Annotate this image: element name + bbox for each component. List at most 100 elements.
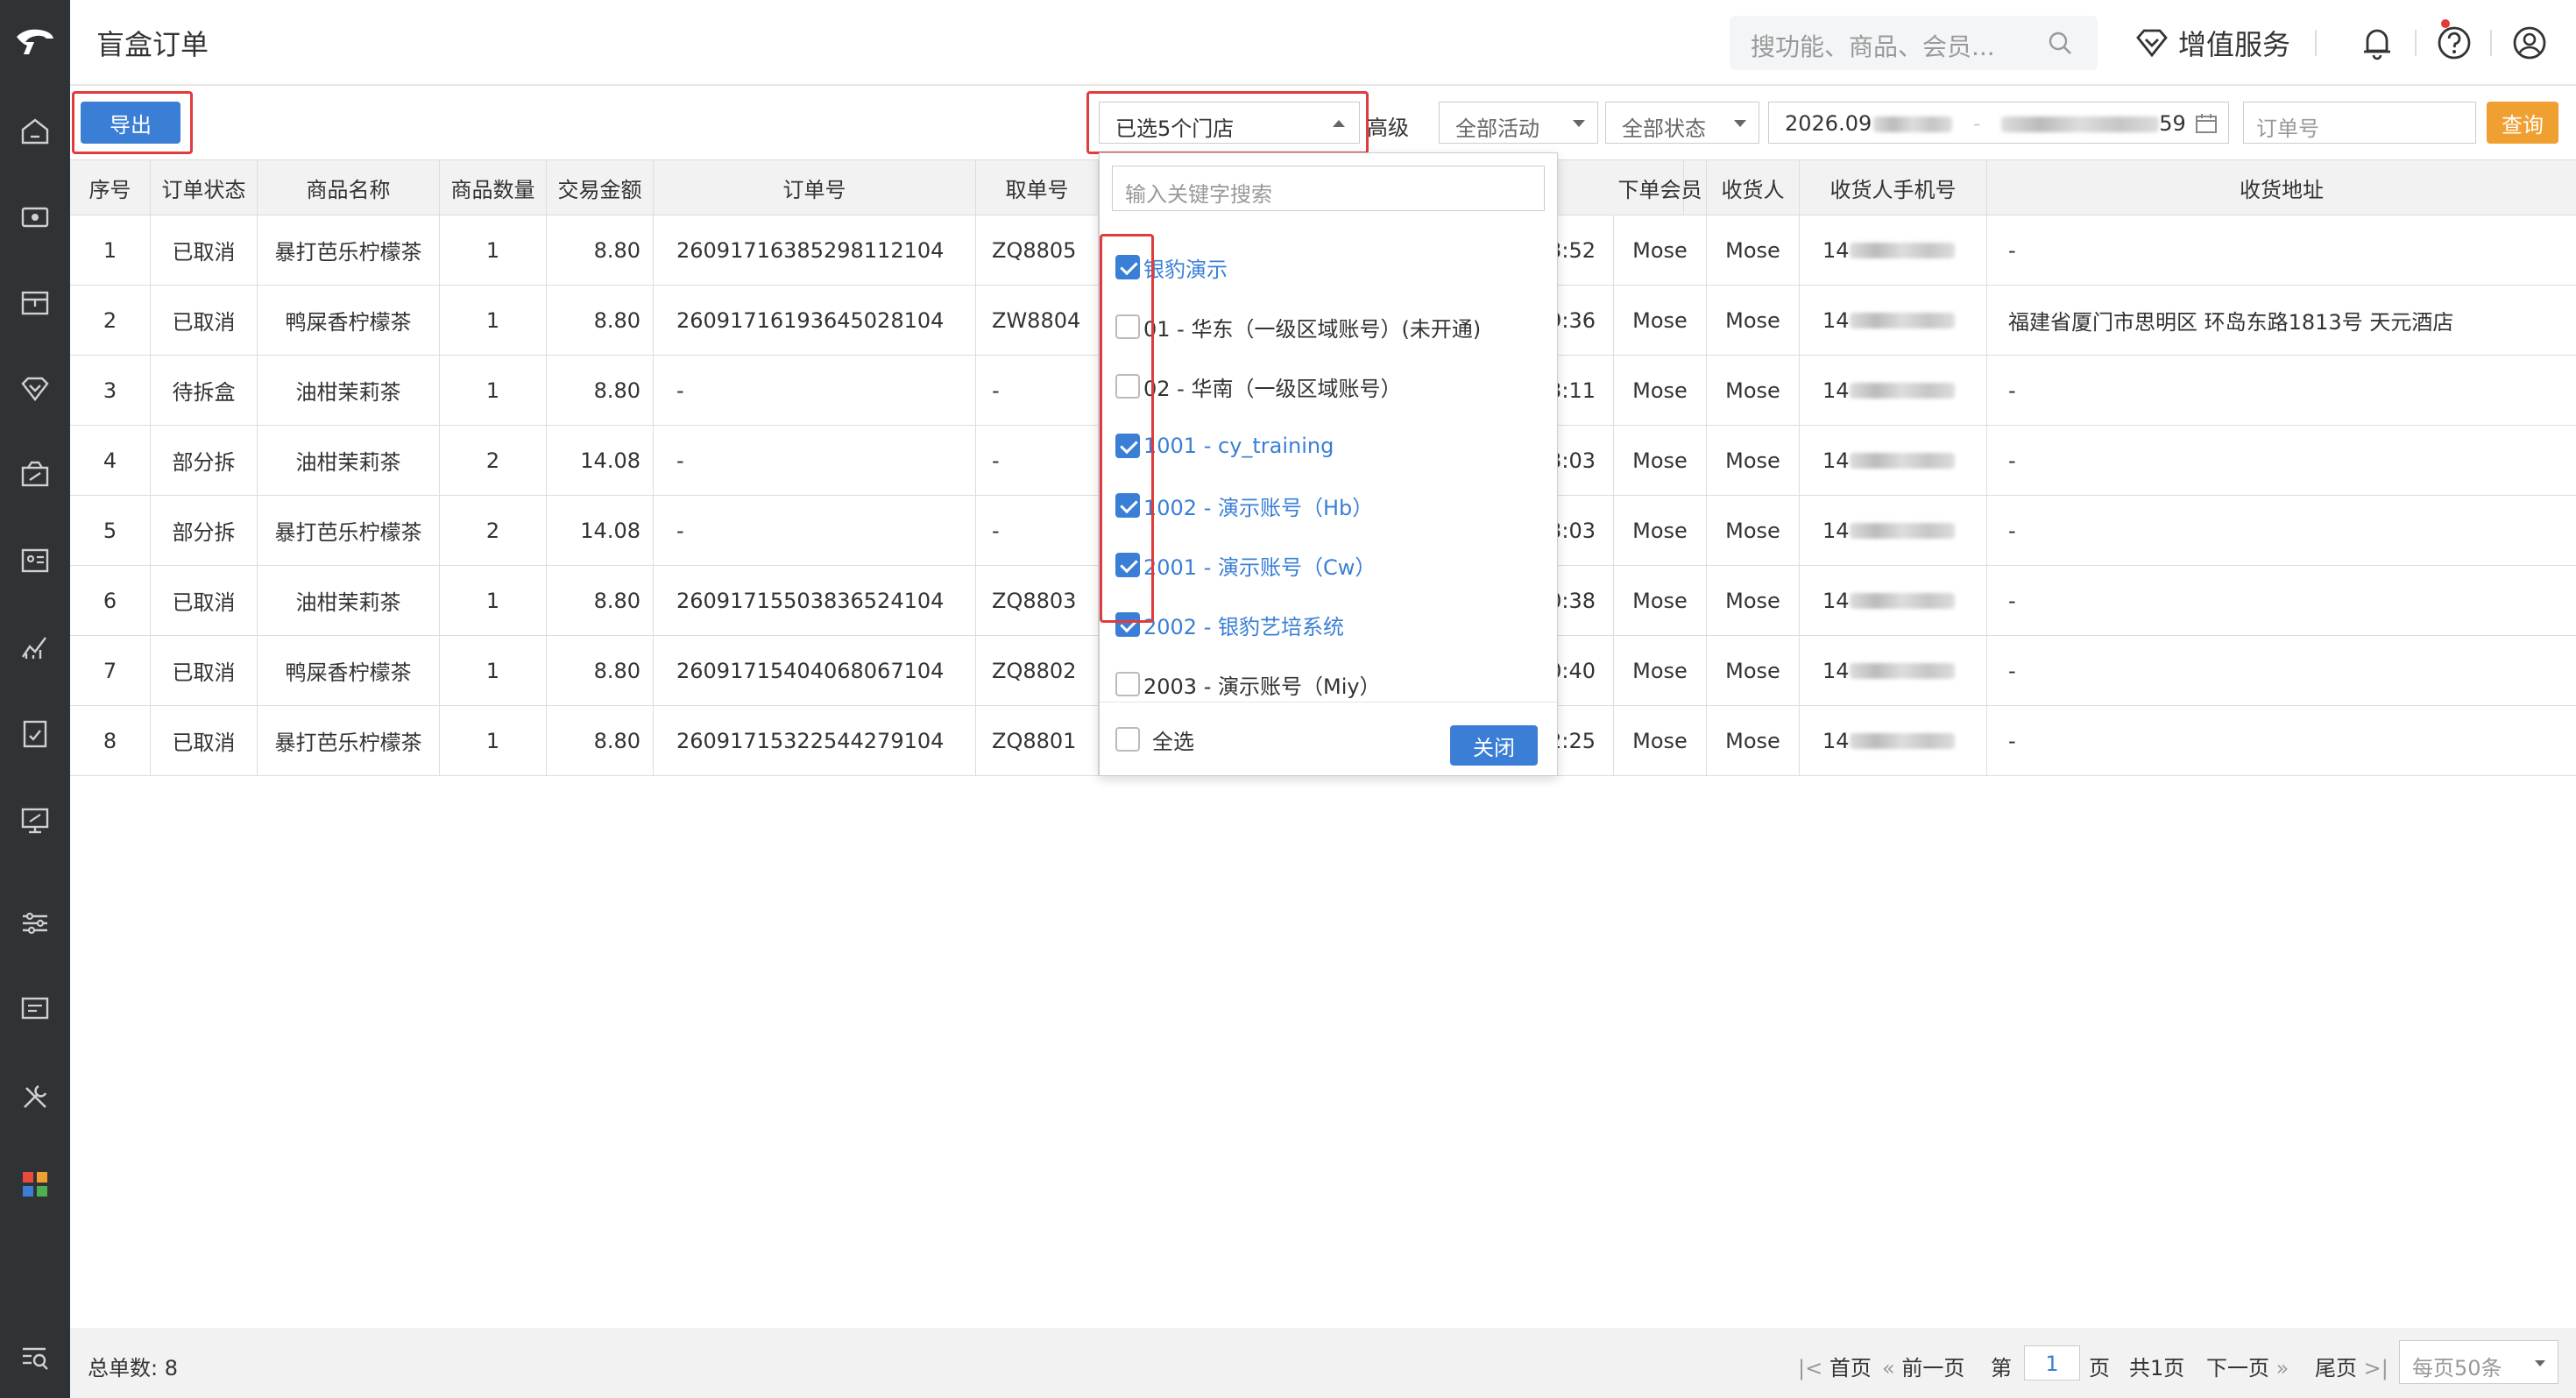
product-icon[interactable]	[18, 286, 53, 321]
cell-qty: 1	[440, 636, 547, 705]
cell-address: -	[1987, 636, 2576, 705]
cell-text: 暴打芭乐柠檬茶	[274, 240, 422, 265]
store-search-input[interactable]: 输入关键字搜索	[1112, 166, 1545, 211]
search-icon[interactable]	[2047, 30, 2073, 56]
cell-text: Mose	[1725, 307, 1780, 333]
employee-card-icon[interactable]	[18, 543, 53, 578]
cell-product: 油柑茉莉茶	[258, 426, 440, 495]
tools-icon[interactable]	[18, 1079, 53, 1114]
store-option[interactable]: 2001 - 演示账号（Cw）	[1115, 547, 1376, 582]
order-number-input[interactable]: 订单号	[2243, 102, 2476, 144]
cell-text: 26091715322544279104	[676, 728, 945, 753]
cashier-icon[interactable]	[18, 200, 53, 235]
search-placeholder: 搜功能、商品、会员...	[1751, 32, 1995, 61]
cell-order-no: -	[654, 426, 976, 495]
cell-text: 14	[1822, 658, 1850, 683]
cell-amount: 14.08	[547, 496, 654, 565]
query-button[interactable]: 查询	[2487, 102, 2558, 144]
monitor-icon[interactable]	[18, 802, 53, 837]
cell-text: -	[2008, 378, 2016, 403]
store-option[interactable]: 1002 - 演示账号（Hb）	[1115, 488, 1373, 523]
close-dropdown-button[interactable]: 关闭	[1450, 725, 1538, 766]
cell-receiver: Mose	[1707, 426, 1800, 495]
store-option-label: 2003 - 演示账号（Miy）	[1143, 674, 1381, 699]
blurred-phone	[1849, 452, 1955, 469]
cell-text: 8	[103, 728, 117, 753]
prev-page-link[interactable]: « 前一页	[1882, 1351, 1964, 1381]
value-added-service-link[interactable]: 增值服务	[2134, 23, 2290, 63]
select-all-checkbox[interactable]	[1115, 727, 1140, 752]
last-page-link[interactable]: 尾页 >|	[2315, 1351, 2388, 1381]
advanced-button[interactable]: 高级	[1367, 102, 1409, 144]
cell-text: 26091716193645028104	[676, 307, 945, 333]
cell-no: 2	[70, 286, 151, 355]
cell-text: Mose	[1632, 448, 1688, 473]
cell-text: 1	[485, 588, 500, 613]
store-option[interactable]: 2003 - 演示账号（Miy）	[1115, 667, 1381, 702]
cell-text: 14	[1822, 518, 1850, 543]
select-all-label: 全选	[1152, 729, 1194, 754]
store-option[interactable]: 01 - 华东（一级区域账号）(未开通)	[1115, 309, 1481, 344]
diamond-icon	[2136, 29, 2168, 58]
apps-grid-icon[interactable]	[18, 1167, 53, 1202]
cell-text: 8.80	[593, 237, 640, 263]
cell-member: Mose	[1614, 215, 1707, 285]
column-header: 订单号	[654, 160, 976, 215]
search-menu-icon[interactable]	[18, 1340, 53, 1375]
settings-sliders-icon[interactable]	[18, 906, 53, 941]
header-divider	[2315, 30, 2317, 56]
blurred-phone	[1849, 312, 1955, 328]
next-page-label: 下一页	[2206, 1356, 2269, 1380]
cell-text: -	[676, 448, 684, 473]
cell-no: 5	[70, 496, 151, 565]
cell-text: Mose	[1632, 728, 1688, 753]
blurred-phone	[1849, 732, 1955, 749]
activity-select[interactable]: 全部活动	[1439, 102, 1598, 144]
first-page-link[interactable]: |< 首页	[1798, 1351, 1872, 1381]
bell-icon[interactable]	[2359, 25, 2396, 61]
cell-text: 8.80	[593, 728, 640, 753]
help-icon[interactable]	[2436, 25, 2473, 61]
cell-pickup: -	[976, 426, 1099, 495]
member-diamond-icon[interactable]	[18, 371, 53, 406]
brand-logo[interactable]	[0, 0, 70, 84]
marketing-icon[interactable]	[18, 457, 53, 492]
cell-address: -	[1987, 496, 2576, 565]
cell-text: 8.80	[593, 307, 640, 333]
next-page-link[interactable]: 下一页 »	[2206, 1351, 2289, 1381]
cell-status: 已取消	[151, 636, 258, 705]
calendar-icon[interactable]	[2195, 113, 2218, 134]
store-option[interactable]: 02 - 华南（一级区域账号）	[1115, 369, 1401, 404]
cell-text: 油柑茉莉茶	[295, 590, 401, 615]
document-check-icon[interactable]	[18, 717, 53, 752]
per-page-select[interactable]: 每页50条	[2399, 1340, 2558, 1384]
cell-text: 已取消	[172, 240, 236, 265]
first-page-icon: |<	[1798, 1356, 1823, 1380]
cell-address: -	[1987, 706, 2576, 775]
cell-text: 1	[485, 728, 500, 753]
cell-pickup: -	[976, 496, 1099, 565]
report-chart-icon[interactable]	[18, 629, 53, 664]
status-select[interactable]: 全部状态	[1605, 102, 1759, 144]
cell-text: 14	[1822, 588, 1850, 613]
store-option-label: 01 - 华东（一级区域账号）(未开通)	[1143, 316, 1482, 342]
header-divider	[2415, 30, 2417, 56]
date-range-input[interactable]: 2026.09 - 59	[1768, 102, 2229, 144]
user-profile-icon[interactable]	[2511, 25, 2548, 61]
cell-text: 4	[103, 448, 117, 473]
cell-text: ZQ8801	[992, 728, 1077, 753]
caret-down-icon	[2535, 1360, 2545, 1366]
page-number-input[interactable]: 1	[2024, 1345, 2080, 1380]
store-checkbox[interactable]	[1115, 672, 1140, 696]
cell-text: Mose	[1632, 588, 1688, 613]
cell-text: 部分拆	[172, 520, 236, 545]
global-search-input[interactable]: 搜功能、商品、会员...	[1730, 16, 2098, 70]
select-all-option[interactable]: 全选	[1115, 722, 1194, 757]
store-option-label: 2002 - 银豹艺培系统	[1143, 614, 1344, 639]
cell-address: 福建省厦门市思明区 环岛东路1813号 天元酒店	[1987, 286, 2576, 355]
home-icon[interactable]	[18, 114, 53, 149]
message-board-icon[interactable]	[18, 992, 53, 1027]
double-right-icon: »	[2275, 1356, 2289, 1380]
cell-amount: 8.80	[547, 636, 654, 705]
cell-receiver: Mose	[1707, 286, 1800, 355]
